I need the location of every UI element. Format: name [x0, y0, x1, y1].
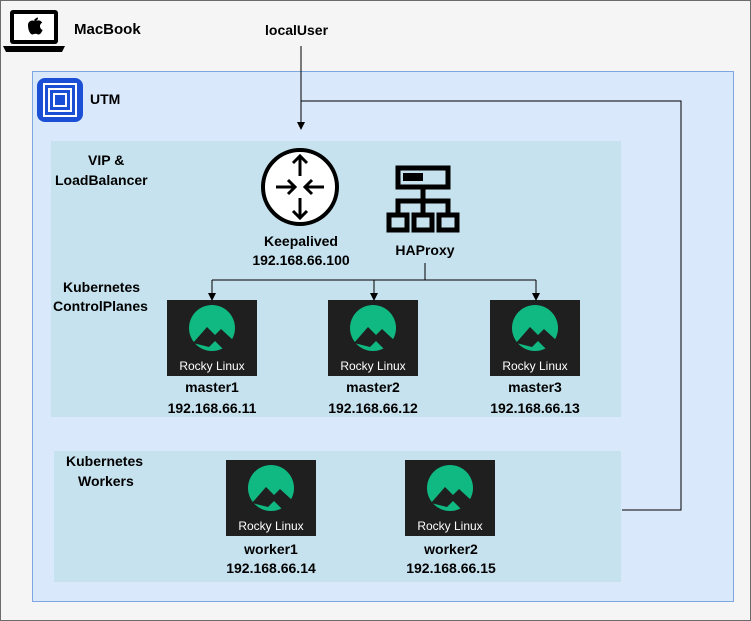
localuser-connector [301, 100, 682, 511]
connector-layer [208, 46, 682, 511]
